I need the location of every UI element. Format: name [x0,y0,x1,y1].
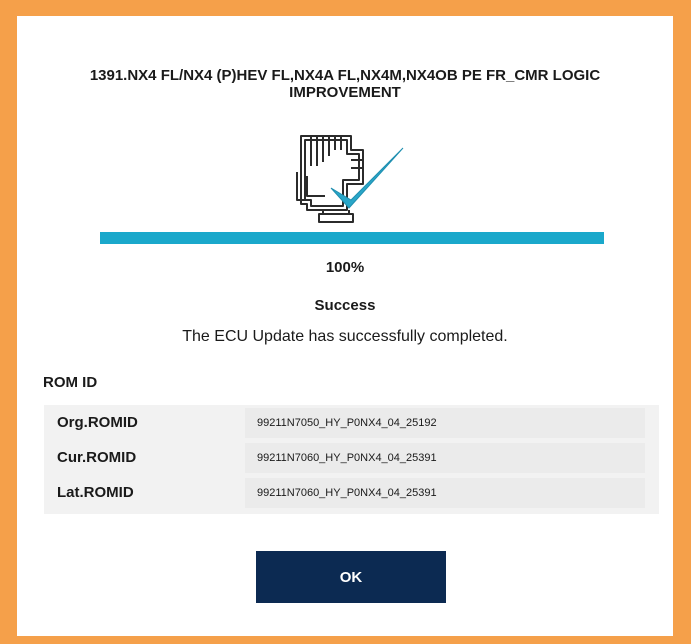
ok-button[interactable]: OK [256,551,446,603]
rom-row-label: Cur.ROMID [57,449,137,466]
rom-row-lat: Lat.ROMID 99211N7060_HY_P0NX4_04_25391 [44,478,659,508]
rom-row-label: Org.ROMID [57,414,138,431]
ecu-update-dialog: 1391.NX4 FL/NX4 (P)HEV FL,NX4A FL,NX4M,N… [17,16,673,636]
rom-row-value: 99211N7050_HY_P0NX4_04_25192 [245,408,645,438]
ecu-update-success-icon [296,135,404,223]
rom-id-heading: ROM ID [43,374,98,391]
rom-row-value: 99211N7060_HY_P0NX4_04_25391 [245,478,645,508]
rom-row-cur: Cur.ROMID 99211N7060_HY_P0NX4_04_25391 [44,443,659,473]
progress-percent: 100% [325,259,365,276]
rom-row-org: Org.ROMID 99211N7050_HY_P0NX4_04_25192 [44,408,659,438]
status-message: The ECU Update has successfully complete… [182,328,508,345]
progress-bar-fill [100,232,604,244]
checkmark-icon [330,147,404,209]
rom-row-value: 99211N7060_HY_P0NX4_04_25391 [245,443,645,473]
dialog-title: 1391.NX4 FL/NX4 (P)HEV FL,NX4A FL,NX4M,N… [89,67,601,101]
status-title: Success [314,297,376,314]
rom-id-table: Org.ROMID 99211N7050_HY_P0NX4_04_25192 C… [44,405,659,514]
progress-bar [100,232,604,244]
rom-row-label: Lat.ROMID [57,484,134,501]
